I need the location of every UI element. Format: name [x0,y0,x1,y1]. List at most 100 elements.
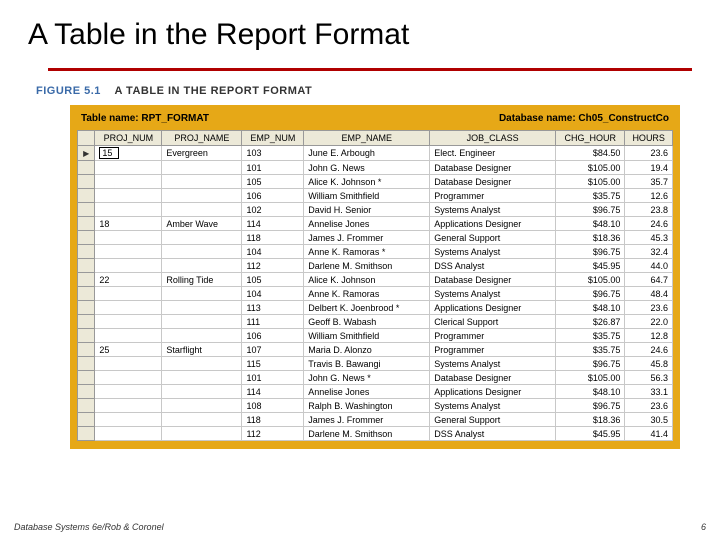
cell-chg-hour[interactable]: $105.00 [556,371,625,385]
cell-proj-name[interactable] [162,329,242,343]
cell-emp-num[interactable]: 113 [242,301,304,315]
row-selector[interactable] [78,343,95,357]
cell-proj-name[interactable] [162,427,242,441]
row-selector[interactable] [78,357,95,371]
cell-job-class[interactable]: Database Designer [430,175,556,189]
row-selector[interactable] [78,273,95,287]
cell-proj-num[interactable] [95,287,162,301]
cell-hours[interactable]: 23.6 [625,399,673,413]
cell-chg-hour[interactable]: $35.75 [556,343,625,357]
cell-job-class[interactable]: General Support [430,231,556,245]
table-row[interactable]: 101John G. News *Database Designer$105.0… [78,371,673,385]
row-selector[interactable] [78,245,95,259]
cell-hours[interactable]: 45.8 [625,357,673,371]
row-selector[interactable] [78,427,95,441]
cell-chg-hour[interactable]: $18.36 [556,413,625,427]
cell-proj-name[interactable] [162,161,242,175]
cell-proj-num[interactable] [95,245,162,259]
cell-job-class[interactable]: Systems Analyst [430,245,556,259]
cell-emp-name[interactable]: Travis B. Bawangi [304,357,430,371]
row-selector[interactable] [78,189,95,203]
row-selector[interactable] [78,413,95,427]
cell-emp-name[interactable]: William Smithfield [304,329,430,343]
row-selector[interactable] [78,315,95,329]
cell-emp-name[interactable]: Maria D. Alonzo [304,343,430,357]
col-emp-num[interactable]: EMP_NUM [242,131,304,146]
cell-emp-name[interactable]: David H. Senior [304,203,430,217]
cell-emp-num[interactable]: 107 [242,343,304,357]
table-row[interactable]: 101John G. NewsDatabase Designer$105.001… [78,161,673,175]
cell-job-class[interactable]: Systems Analyst [430,203,556,217]
cell-proj-name[interactable]: Amber Wave [162,217,242,231]
cell-emp-num[interactable]: 106 [242,189,304,203]
cell-emp-name[interactable]: James J. Frommer [304,413,430,427]
cell-proj-name[interactable] [162,385,242,399]
table-row[interactable]: 115Travis B. BawangiSystems Analyst$96.7… [78,357,673,371]
col-job-class[interactable]: JOB_CLASS [430,131,556,146]
table-row[interactable]: 104Anne K. RamorasSystems Analyst$96.754… [78,287,673,301]
cell-hours[interactable]: 56.3 [625,371,673,385]
cell-emp-num[interactable]: 104 [242,287,304,301]
table-row[interactable]: 113Delbert K. Joenbrood *Applications De… [78,301,673,315]
cell-job-class[interactable]: Applications Designer [430,301,556,315]
cell-emp-name[interactable]: Anne K. Ramoras [304,287,430,301]
col-emp-name[interactable]: EMP_NAME [304,131,430,146]
cell-chg-hour[interactable]: $18.36 [556,231,625,245]
cell-proj-num[interactable] [95,329,162,343]
cell-chg-hour[interactable]: $105.00 [556,161,625,175]
cell-emp-name[interactable]: Geoff B. Wabash [304,315,430,329]
cell-proj-name[interactable] [162,413,242,427]
table-row[interactable]: 22Rolling Tide105Alice K. JohnsonDatabas… [78,273,673,287]
cell-job-class[interactable]: Elect. Engineer [430,146,556,161]
cell-emp-name[interactable]: James J. Frommer [304,231,430,245]
cell-hours[interactable]: 45.3 [625,231,673,245]
cell-emp-num[interactable]: 102 [242,203,304,217]
cell-hours[interactable]: 24.6 [625,217,673,231]
row-selector[interactable] [78,217,95,231]
cell-emp-name[interactable]: John G. News * [304,371,430,385]
cell-emp-num[interactable]: 115 [242,357,304,371]
cell-emp-num[interactable]: 112 [242,427,304,441]
cell-hours[interactable]: 48.4 [625,287,673,301]
table-row[interactable]: 111Geoff B. WabashClerical Support$26.87… [78,315,673,329]
cell-emp-name[interactable]: William Smithfield [304,189,430,203]
cell-proj-num[interactable] [95,315,162,329]
cell-proj-num[interactable] [95,189,162,203]
cell-proj-num[interactable] [95,413,162,427]
table-row[interactable]: 106William SmithfieldProgrammer$35.7512.… [78,329,673,343]
cell-hours[interactable]: 24.6 [625,343,673,357]
table-row[interactable]: 118James J. FrommerGeneral Support$18.36… [78,413,673,427]
cell-job-class[interactable]: Programmer [430,329,556,343]
col-hours[interactable]: HOURS [625,131,673,146]
cell-proj-num[interactable]: 25 [95,343,162,357]
row-selector[interactable] [78,385,95,399]
cell-proj-name[interactable] [162,357,242,371]
cell-chg-hour[interactable]: $35.75 [556,329,625,343]
cell-job-class[interactable]: Database Designer [430,371,556,385]
row-selector[interactable] [78,231,95,245]
cell-job-class[interactable]: Applications Designer [430,217,556,231]
cell-hours[interactable]: 12.6 [625,189,673,203]
row-selector[interactable] [78,161,95,175]
cell-emp-name[interactable]: Alice K. Johnson * [304,175,430,189]
cell-emp-name[interactable]: Ralph B. Washington [304,399,430,413]
cell-proj-num[interactable] [95,301,162,315]
cell-emp-name[interactable]: Annelise Jones [304,385,430,399]
cell-emp-name[interactable]: Darlene M. Smithson [304,427,430,441]
cell-emp-name[interactable]: Darlene M. Smithson [304,259,430,273]
cell-chg-hour[interactable]: $105.00 [556,175,625,189]
cell-emp-num[interactable]: 114 [242,385,304,399]
cell-chg-hour[interactable]: $48.10 [556,385,625,399]
cell-proj-name[interactable]: Evergreen [162,146,242,161]
cell-hours[interactable]: 19.4 [625,161,673,175]
col-chg-hour[interactable]: CHG_HOUR [556,131,625,146]
cell-chg-hour[interactable]: $26.87 [556,315,625,329]
cell-proj-name[interactable] [162,371,242,385]
cell-chg-hour[interactable]: $96.75 [556,287,625,301]
table-row[interactable]: ▶15Evergreen103June E. ArboughElect. Eng… [78,146,673,161]
cell-hours[interactable]: 44.0 [625,259,673,273]
cell-proj-name[interactable] [162,259,242,273]
cell-hours[interactable]: 64.7 [625,273,673,287]
cell-chg-hour[interactable]: $96.75 [556,357,625,371]
cell-job-class[interactable]: General Support [430,413,556,427]
